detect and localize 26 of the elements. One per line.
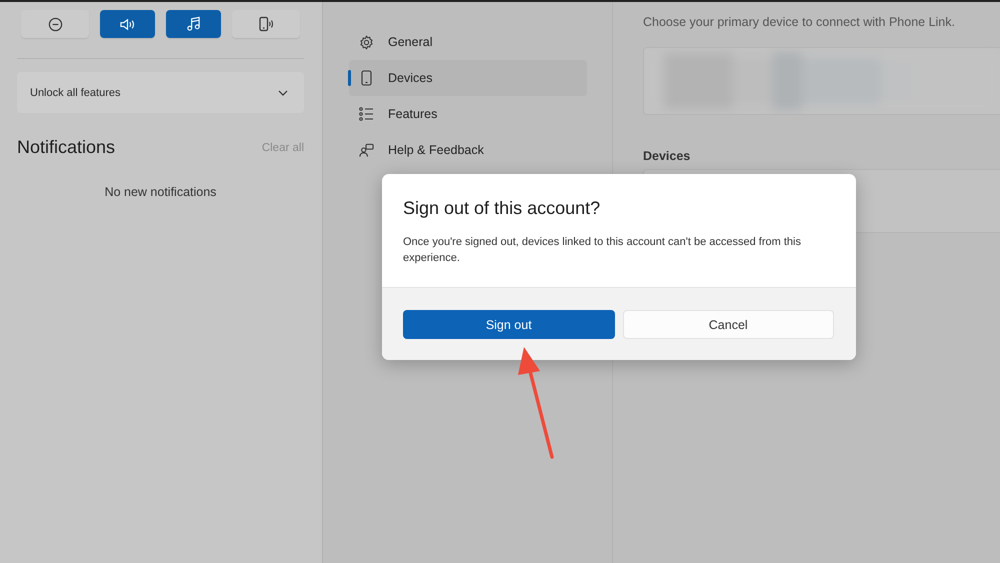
gear-icon bbox=[359, 34, 374, 50]
people-chat-icon bbox=[359, 142, 374, 158]
nav-item[interactable]: Help & Feedback bbox=[349, 132, 587, 168]
dialog-message: Once you're signed out, devices linked to this account can't be accessed from this experience. bbox=[403, 235, 802, 266]
empty-notifications-text: No new notifications bbox=[104, 185, 218, 199]
sign-out-button[interactable]: Sign out bbox=[403, 310, 614, 339]
dialog-title: Sign out of this account? bbox=[403, 198, 602, 219]
section-label: Devices bbox=[643, 149, 692, 163]
unlock-dropdown[interactable]: Unlock all features bbox=[17, 72, 304, 113]
nav-item[interactable]: Devices bbox=[349, 60, 587, 96]
notifications-heading: Notifications bbox=[17, 137, 116, 158]
music-note-icon bbox=[186, 16, 201, 32]
page-subtitle: Choose your primary device to connect with Phone Link. bbox=[643, 15, 956, 29]
quick-toggle-button[interactable] bbox=[21, 10, 90, 38]
cancel-button[interactable]: Cancel bbox=[622, 310, 834, 339]
quick-toggle-button[interactable] bbox=[166, 10, 221, 38]
quick-toggle-button[interactable] bbox=[232, 10, 300, 38]
phone-waves-icon bbox=[258, 16, 274, 32]
minus-circle-icon bbox=[48, 16, 63, 32]
nav-item[interactable]: Features bbox=[349, 96, 587, 132]
nav-item[interactable]: General bbox=[349, 24, 587, 60]
list-icon bbox=[359, 107, 374, 121]
speaker-icon bbox=[119, 16, 136, 32]
quick-toggle-button[interactable] bbox=[100, 10, 155, 38]
chevron-down-icon bbox=[278, 90, 288, 96]
phone-icon bbox=[359, 70, 374, 86]
